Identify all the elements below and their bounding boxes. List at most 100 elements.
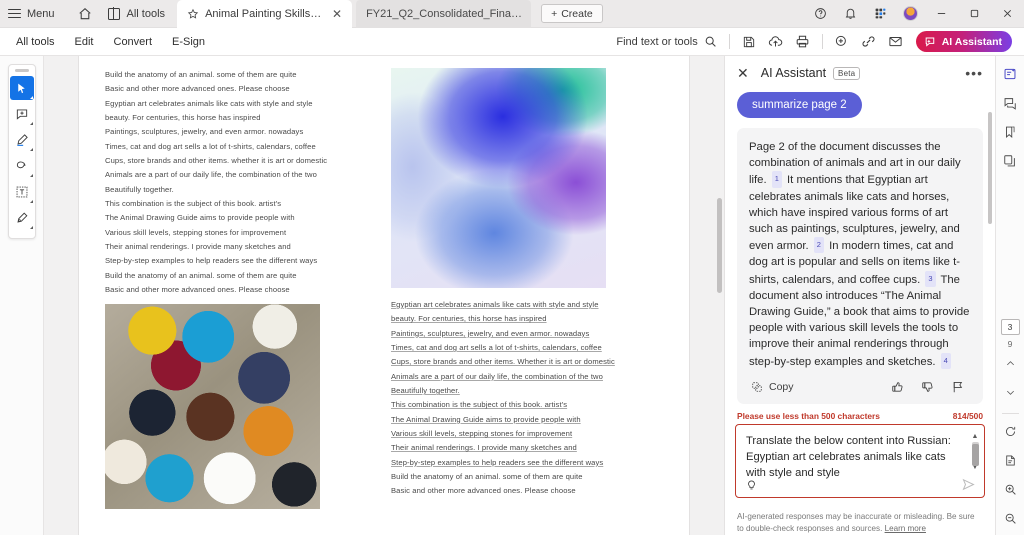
doc-line: Various skill levels, stepping stones fo… [391,429,573,439]
beta-badge: Beta [833,66,861,80]
ai-disclaimer: AI-generated responses may be inaccurate… [725,504,995,535]
print-icon[interactable] [790,30,816,54]
menu-item-all-tools[interactable]: All tools [6,33,65,51]
all-tools-button[interactable]: All tools [100,0,178,28]
scroll-up-arrow-icon[interactable]: ▲ [972,433,979,440]
doc-line: Basic and other more advanced ones. Plea… [105,84,290,94]
doc-line: Animals are a part of our daily life, th… [105,170,317,180]
apps-grid-icon[interactable] [865,0,895,28]
avatar[interactable] [895,0,925,28]
select-tool[interactable] [9,76,34,100]
rotate-icon[interactable] [999,419,1021,443]
maximize-icon[interactable] [958,0,991,28]
zoom-in-icon[interactable] [999,477,1021,501]
document-scrollbar[interactable] [717,58,722,535]
draw-tool[interactable] [10,154,34,178]
ai-sparkle-icon [925,37,934,47]
menu-bar-right: Find text or tools AI Assistant [616,30,1018,54]
ai-assistant-button[interactable]: AI Assistant [915,31,1012,52]
tool-palette [7,64,36,239]
highlight-tool[interactable] [10,128,34,152]
flag-icon[interactable] [951,380,965,394]
ai-assistant-panel-icon[interactable] [999,62,1021,86]
citation-1[interactable]: 1 [771,171,782,188]
citation-3[interactable]: 3 [925,270,936,287]
doc-line: Their animal renderings. I provide many … [391,443,577,453]
minimize-icon[interactable] [925,0,958,28]
close-icon[interactable] [991,0,1024,28]
send-icon[interactable] [961,477,976,492]
doc-line: Beautifully together. [105,184,174,194]
ai-panel-scrollbar-thumb[interactable] [988,112,992,224]
create-button[interactable]: + Create [541,4,603,23]
thumbs-down-icon[interactable] [921,380,935,394]
doc-line: beauty. For centuries, this horse has in… [105,113,261,123]
close-icon[interactable]: ✕ [737,66,749,80]
menu-item-e-sign[interactable]: E-Sign [162,33,215,51]
doc-line: Cups, store brands and other items. whet… [105,156,328,166]
upload-cloud-icon[interactable] [763,30,789,54]
paint-buckets-photo [105,303,320,509]
zoom-out-icon[interactable] [999,506,1021,530]
comments-icon[interactable] [999,91,1021,115]
citation-2[interactable]: 2 [813,237,824,254]
create-label: Create [561,7,593,20]
doc-line: Times, cat and dog art sells a lot of t-… [391,343,602,353]
doc-line: Their animal renderings. I provide many … [105,242,291,252]
menu-button[interactable]: Menu [0,0,65,28]
left-tool-rail [0,56,44,535]
add-comment-tool[interactable] [10,102,34,126]
watercolor-wash-image [391,68,606,288]
divider [728,34,730,49]
tab-title: FY21_Q2_Consolidated_Financi... [366,7,524,20]
menu-item-convert[interactable]: Convert [104,33,163,51]
textarea-scrollbar[interactable]: ▲ ▼ [971,433,979,471]
thumbs-up-icon[interactable] [891,380,905,394]
ai-assistant-panel: ✕ AI Assistant Beta ••• summarize page 2… [724,56,995,535]
citation-4[interactable]: 4 [940,352,951,369]
bookmarks-icon[interactable] [999,120,1021,144]
scrollbar-track[interactable] [971,442,979,466]
current-page-input[interactable]: 3 [1000,319,1020,335]
star-icon[interactable] [187,8,199,20]
home-icon[interactable] [70,0,100,28]
tab-bar-right [805,0,1024,27]
bell-icon[interactable] [835,0,865,28]
export-pdf-icon[interactable] [999,448,1021,472]
copy-button[interactable]: Copy [751,381,794,393]
total-pages-label: 9 [1007,339,1013,349]
ai-conversation[interactable]: summarize page 2 Page 2 of the document … [725,84,995,409]
help-circle-icon[interactable] [805,0,835,28]
document-viewport[interactable]: Build the anatomy of an animal. some of … [44,56,724,535]
chevron-up-icon[interactable] [999,351,1021,375]
learn-more-link[interactable]: Learn more [885,524,926,533]
ai-prompt-input[interactable]: Translate the below content into Russian… [735,424,985,498]
save-icon[interactable] [736,30,762,54]
stamp-tool[interactable] [10,206,34,230]
plus-icon: + [551,7,558,20]
doc-line: Step-by-step examples to help readers se… [391,457,604,467]
more-options-icon[interactable]: ••• [965,66,983,80]
tab-fy21-q2-consolidated[interactable]: FY21_Q2_Consolidated_Financi... [356,0,532,28]
main-area: Build the anatomy of an animal. some of … [0,56,1024,535]
panels-icon [107,7,120,20]
doc-line: Paintings, sculptures, jewelry, and even… [105,127,304,137]
tab-animal-painting-skills[interactable]: Animal Painting Skills.pdf ✕ [177,0,353,28]
scrollbar-thumb[interactable] [717,198,722,293]
lightbulb-icon[interactable] [745,478,758,491]
chevron-down-icon[interactable] [999,380,1021,404]
link-icon[interactable] [856,30,882,54]
copy-label: Copy [769,380,794,393]
find-text-or-tools[interactable]: Find text or tools [616,35,722,48]
add-text-tool[interactable] [10,180,34,204]
ai-answer: Page 2 of the document discusses the com… [737,128,983,404]
doc-line: This combination is the subject of this … [391,400,568,410]
menu-item-edit[interactable]: Edit [65,33,104,51]
drag-handle[interactable] [14,69,29,72]
page-thumbnails-icon[interactable] [999,149,1021,173]
user-prompt-chip[interactable]: summarize page 2 [737,92,862,118]
tab-close-icon[interactable]: ✕ [330,8,344,20]
add-comment-icon[interactable] [829,30,855,54]
email-icon[interactable] [883,30,909,54]
doc-line: Paintings, sculptures, jewelry, and even… [391,328,590,338]
